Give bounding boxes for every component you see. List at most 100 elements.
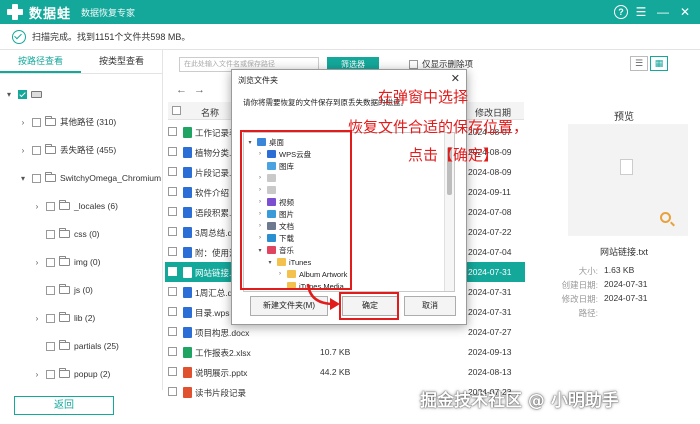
file-date: 2024-07-31 [468, 287, 512, 297]
file-name: 网站链接.t [195, 268, 234, 278]
tree-checkbox[interactable] [46, 257, 55, 267]
chevron-right-icon[interactable]: › [32, 314, 42, 323]
app-logo-icon [6, 3, 24, 21]
file-row[interactable]: 工作报表2.xlsx 10.7 KB 2024-09-13 [165, 342, 525, 362]
cancel-button[interactable]: 取消 [404, 296, 456, 316]
chevron-down-icon[interactable]: ▾ [18, 174, 28, 183]
file-checkbox[interactable] [168, 367, 177, 376]
tree-item[interactable]: › _locales (6) [32, 198, 118, 214]
file-name: 软件介绍 - [195, 188, 235, 198]
file-date: 2024-08-13 [468, 367, 512, 377]
file-checkbox[interactable] [168, 147, 177, 156]
tree-checkbox[interactable] [18, 89, 27, 99]
file-checkbox[interactable] [168, 307, 177, 316]
file-checkbox[interactable] [168, 347, 177, 356]
document-icon [620, 159, 633, 175]
file-checkbox[interactable] [168, 207, 177, 216]
file-date: 2024-09-13 [468, 347, 512, 357]
back-arrow-icon[interactable]: ← [176, 84, 187, 96]
annotation-line-2: 恢复文件合适的保存位置， [348, 118, 529, 136]
file-checkbox[interactable] [168, 267, 177, 276]
watermark: 掘金技术社区 @ 小明助手 [420, 391, 619, 411]
tree-item[interactable]: ▾ [4, 86, 46, 102]
file-checkbox[interactable] [168, 227, 177, 236]
tree-item[interactable]: › popup (2) [32, 366, 110, 382]
folder-icon [59, 200, 70, 210]
tree-item[interactable]: css (0) [32, 226, 100, 242]
tree-checkbox[interactable] [46, 313, 55, 323]
forward-arrow-icon[interactable]: → [194, 84, 205, 96]
tree-checkbox[interactable] [32, 173, 41, 183]
chevron-down-icon[interactable]: ▾ [4, 90, 14, 99]
chevron-right-icon[interactable]: › [18, 146, 28, 155]
file-date: 2024-08-09 [468, 167, 512, 177]
tree-checkbox[interactable] [46, 369, 55, 379]
back-button[interactable]: 返回 [14, 396, 114, 415]
chevron-right-icon[interactable]: › [32, 202, 42, 211]
tree-item-label: partials (25) [74, 341, 119, 351]
grid-view-icon[interactable]: ▦ [650, 56, 668, 71]
app-subtitle: 数据恢复专家 [81, 7, 136, 18]
view-mode-toggle: ☰ ▦ [630, 56, 668, 71]
chevron-right-icon[interactable]: › [32, 370, 42, 379]
tree-checkbox[interactable] [46, 341, 55, 351]
meta-label: 修改日期: [561, 294, 598, 304]
tree-item[interactable]: › img (0) [32, 254, 100, 270]
help-icon[interactable]: ? [614, 5, 628, 19]
close-icon[interactable]: ✕ [676, 3, 694, 21]
tree-item[interactable]: ▾ SwitchyOmega_Chromium [18, 170, 161, 186]
tab-by-type[interactable]: 按类型查看 [81, 50, 162, 73]
file-type-icon [183, 227, 192, 238]
column-name[interactable]: 名称 [201, 106, 219, 119]
file-date: 2024-07-31 [468, 307, 512, 317]
chevron-right-icon[interactable]: › [18, 118, 28, 127]
file-checkbox[interactable] [168, 127, 177, 136]
folder-icon [59, 284, 70, 294]
tree-item[interactable]: › 丢失路径 (455) [18, 142, 116, 158]
file-date: 2024-07-08 [468, 207, 512, 217]
list-view-icon[interactable]: ☰ [630, 56, 648, 71]
tree-item[interactable]: js (0) [32, 282, 93, 298]
select-all-checkbox[interactable] [172, 106, 181, 115]
file-row[interactable]: 说明展示.pptx 44.2 KB 2024-08-13 [165, 362, 525, 382]
zoom-icon[interactable] [660, 212, 671, 223]
file-name: 目录.wps [195, 308, 230, 318]
tree-checkbox[interactable] [46, 201, 55, 211]
tree-checkbox[interactable] [46, 229, 55, 239]
title-bar: 数据蛙 数据恢复专家 ? ☰ — ✕ [0, 0, 700, 24]
file-checkbox[interactable] [168, 287, 177, 296]
chevron-right-icon[interactable]: › [32, 258, 42, 267]
file-checkbox[interactable] [168, 327, 177, 336]
left-panel: 按路径查看 按类型查看 ▾ › 其他路径 (310) › 丢失路径 (455) ▾ Swit… [0, 50, 163, 390]
app-name: 数据蛙 [29, 5, 72, 21]
tree-item[interactable]: › lib (2) [32, 310, 95, 326]
view-tabs: 按路径查看 按类型查看 [0, 50, 162, 74]
dialog-close-icon[interactable]: ✕ [451, 72, 460, 85]
file-checkbox[interactable] [168, 187, 177, 196]
tree-checkbox[interactable] [32, 145, 41, 155]
tab-by-path[interactable]: 按路径查看 [0, 50, 81, 73]
tree-item[interactable]: partials (25) [32, 338, 119, 354]
file-name: 工作报表2.xlsx [195, 348, 251, 358]
annotation-box-tree [240, 130, 352, 290]
file-type-icon [183, 167, 192, 178]
annotation-line-3: 点击【确定】 [408, 146, 499, 164]
file-checkbox[interactable] [168, 387, 177, 396]
file-checkbox[interactable] [168, 167, 177, 176]
tree-item-label: js (0) [74, 285, 93, 295]
file-name: 植物分类.d [195, 148, 237, 158]
file-checkbox[interactable] [168, 247, 177, 256]
file-type-icon [183, 267, 192, 278]
tree-checkbox[interactable] [32, 117, 41, 127]
file-row[interactable]: 项目构思.docx 2024-07-27 [165, 322, 525, 342]
menu-icon[interactable]: ☰ [632, 3, 650, 21]
file-type-icon [183, 207, 192, 218]
tree-item[interactable]: › 其他路径 (310) [18, 114, 116, 130]
file-name: 说明展示.pptx [195, 368, 248, 378]
file-date: 2024-07-04 [468, 247, 512, 257]
only-deleted-checkbox[interactable] [409, 59, 418, 69]
file-type-icon [183, 247, 192, 258]
minimize-icon[interactable]: — [654, 3, 672, 21]
tree-item-label: img (0) [74, 257, 101, 267]
tree-checkbox[interactable] [46, 285, 55, 295]
